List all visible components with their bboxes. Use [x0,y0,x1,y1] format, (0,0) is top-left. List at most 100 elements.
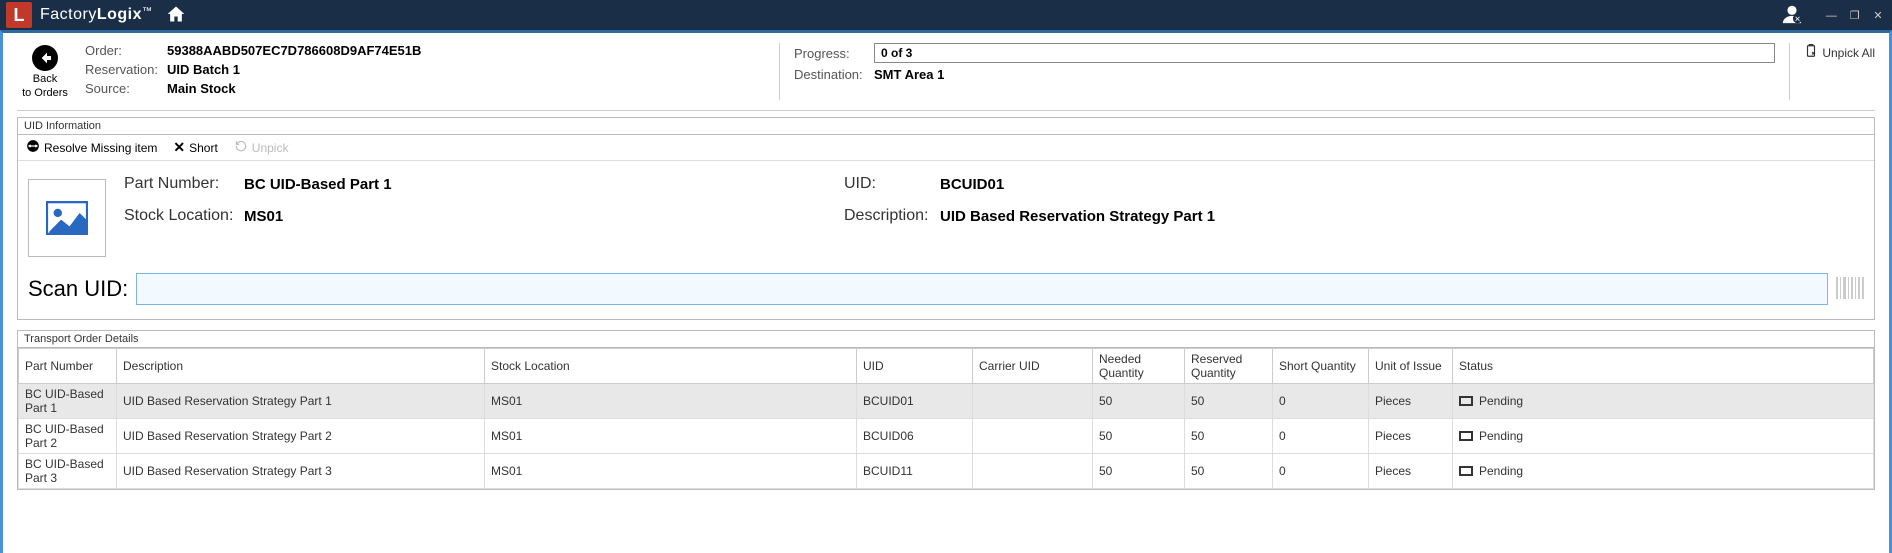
back-label-2: to Orders [17,87,73,99]
cell-part: BC UID-Based Part 2 [19,419,117,454]
resolve-missing-button[interactable]: Resolve Missing item [26,139,157,156]
unpick-all-button[interactable]: Unpick All [1804,43,1875,62]
close-button[interactable]: ✕ [1870,9,1886,22]
barcode-icon [1836,277,1864,302]
col-uid[interactable]: UID [857,349,973,384]
cell-desc: UID Based Reservation Strategy Part 3 [117,454,485,489]
table-row[interactable]: BC UID-Based Part 3UID Based Reservation… [19,454,1874,489]
source-label: Source: [85,81,167,96]
transport-order-group: Transport Order Details Part Number Desc… [17,330,1875,490]
transport-group-title: Transport Order Details [18,331,1874,348]
uid-label: UID: [844,175,940,193]
x-icon: ✕ [173,139,185,156]
back-label-1: Back [17,73,73,85]
cell-needed: 50 [1093,454,1185,489]
order-value: 59388AABD507EC7D786608D9AF74E51B [167,43,421,58]
table-row[interactable]: BC UID-Based Part 1UID Based Reservation… [19,384,1874,419]
description-value: UID Based Reservation Strategy Part 1 [940,208,1215,225]
uid-toolbar: Resolve Missing item ✕ Short Unpick [18,135,1874,161]
cell-desc: UID Based Reservation Strategy Part 2 [117,419,485,454]
clipboard-icon [1804,43,1818,62]
cell-uid: BCUID11 [857,454,973,489]
destination-value: SMT Area 1 [874,67,944,82]
restore-button[interactable]: ❐ [1847,9,1863,22]
status-box-icon [1459,431,1473,441]
short-button[interactable]: ✕ Short [173,139,217,156]
header-row: Back to Orders Order:59388AABD507EC7D786… [17,43,1875,111]
progress-label: Progress: [794,46,874,61]
status-text: Pending [1479,429,1523,443]
cell-short: 0 [1273,384,1369,419]
col-part-number[interactable]: Part Number [19,349,117,384]
cell-uid: BCUID01 [857,384,973,419]
cell-reserved: 50 [1185,419,1273,454]
unpick-button: Unpick [234,139,289,156]
status-box-icon [1459,396,1473,406]
table-header-row: Part Number Description Stock Location U… [19,349,1874,384]
user-icon[interactable]: ✕ [1781,3,1803,28]
unpick-label: Unpick [252,141,289,155]
brand-part-b: Logix [97,6,142,23]
cell-unit: Pieces [1369,454,1453,489]
short-label: Short [189,141,218,155]
cell-uid: BCUID06 [857,419,973,454]
window-controls: — ❐ ✕ [1819,8,1886,22]
cell-unit: Pieces [1369,384,1453,419]
cell-unit: Pieces [1369,419,1453,454]
info-right: Progress: 0 of 3 Destination: SMT Area 1 [794,43,1775,100]
destination-label: Destination: [794,67,874,82]
undo-icon [234,139,248,156]
resolve-label: Resolve Missing item [44,141,157,155]
uid-value: BCUID01 [940,176,1004,193]
swap-icon [26,139,40,156]
stock-location-value: MS01 [244,208,283,225]
description-label: Description: [844,207,940,225]
back-button[interactable]: Back to Orders [17,43,73,100]
cell-stock: MS01 [485,384,857,419]
cell-reserved: 50 [1185,454,1273,489]
col-unit-issue[interactable]: Unit of Issue [1369,349,1453,384]
status-text: Pending [1479,464,1523,478]
col-carrier-uid[interactable]: Carrier UID [973,349,1093,384]
uid-group-title: UID Information [18,118,1874,135]
cell-carrier [973,384,1093,419]
col-description[interactable]: Description [117,349,485,384]
cell-status: Pending [1453,419,1874,454]
table-row[interactable]: BC UID-Based Part 2UID Based Reservation… [19,419,1874,454]
col-needed-qty[interactable]: Needed Quantity [1093,349,1185,384]
col-reserved-qty[interactable]: Reserved Quantity [1185,349,1273,384]
svg-text:✕: ✕ [1795,14,1801,23]
part-image-placeholder [28,179,106,257]
app-logo: L [6,2,32,28]
progress-value: 0 of 3 [874,43,1775,63]
status-box-icon [1459,466,1473,476]
cell-short: 0 [1273,419,1369,454]
scan-uid-label: Scan UID: [28,276,128,302]
cell-reserved: 50 [1185,384,1273,419]
cell-desc: UID Based Reservation Strategy Part 1 [117,384,485,419]
part-number-value: BC UID-Based Part 1 [244,176,392,193]
status-text: Pending [1479,394,1523,408]
col-status[interactable]: Status [1453,349,1874,384]
brand-part-a: Factory [40,6,97,23]
unpick-all-label: Unpick All [1822,46,1875,60]
cell-part: BC UID-Based Part 1 [19,384,117,419]
cell-stock: MS01 [485,454,857,489]
transport-table: Part Number Description Stock Location U… [18,348,1874,489]
cell-stock: MS01 [485,419,857,454]
reservation-label: Reservation: [85,62,167,77]
source-value: Main Stock [167,81,236,96]
col-stock-location[interactable]: Stock Location [485,349,857,384]
minimize-button[interactable]: — [1823,10,1839,22]
stock-location-label: Stock Location: [124,207,244,225]
cell-needed: 50 [1093,384,1185,419]
cell-carrier [973,419,1093,454]
cell-carrier [973,454,1093,489]
scan-uid-input[interactable] [136,273,1828,305]
cell-short: 0 [1273,454,1369,489]
title-bar: L FactoryLogix™ ✕ — ❐ ✕ [0,0,1892,30]
col-short-qty[interactable]: Short Quantity [1273,349,1369,384]
cell-status: Pending [1453,454,1874,489]
home-icon[interactable] [165,4,187,27]
cell-part: BC UID-Based Part 3 [19,454,117,489]
